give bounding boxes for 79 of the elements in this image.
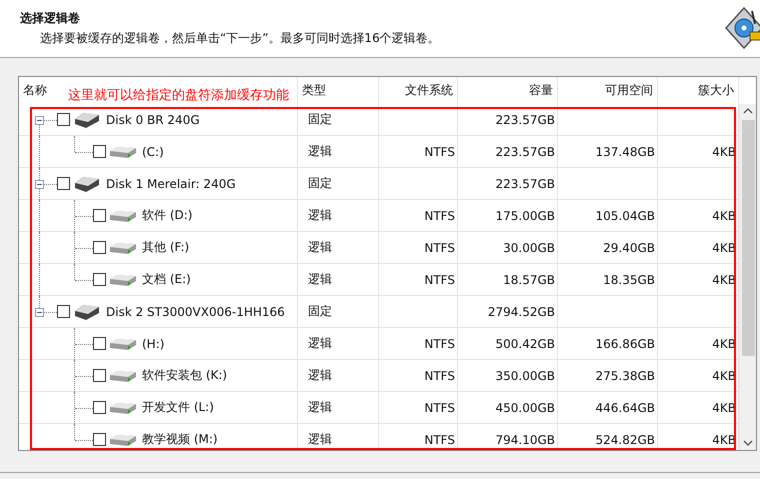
hard-drive-icon xyxy=(72,174,102,192)
checkbox[interactable] xyxy=(93,401,106,414)
volume-name: 开发文件 (L:) xyxy=(142,399,214,416)
table-cell: NTFS xyxy=(424,272,455,286)
table-cell: 固定 xyxy=(308,111,332,128)
table-cell: 18.57GB xyxy=(503,272,555,286)
hard-drive-icon xyxy=(72,110,102,128)
table-cell: 450.00GB xyxy=(495,400,555,414)
checkbox[interactable] xyxy=(57,113,70,126)
collapse-toggle[interactable] xyxy=(35,308,44,317)
table-cell: 794.10GB xyxy=(495,432,555,446)
table-cell: 2794.52GB xyxy=(488,304,555,318)
table-cell: NTFS xyxy=(424,400,455,414)
table-cell: 446.64GB xyxy=(595,400,655,414)
checkbox[interactable] xyxy=(93,209,106,222)
table-cell: 逻辑 xyxy=(308,271,332,288)
table-cell: 166.86GB xyxy=(595,336,655,350)
checkbox[interactable] xyxy=(57,305,70,318)
column-header[interactable]: 可用空间 xyxy=(605,82,653,99)
table-cell: 105.04GB xyxy=(595,208,655,222)
table-cell: 逻辑 xyxy=(308,207,332,224)
volume-name: (H:) xyxy=(142,336,164,350)
checkbox[interactable] xyxy=(93,337,106,350)
table-cell: 223.57GB xyxy=(495,176,555,190)
table-cell: 逻辑 xyxy=(308,239,332,256)
scroll-down-icon[interactable] xyxy=(743,440,753,446)
column-header[interactable]: 名称 xyxy=(23,82,47,99)
table-cell: NTFS xyxy=(424,240,455,254)
instruction-text: 选择要被缓存的逻辑卷，然后单击“下一步”。最多可同时选择16个逻辑卷。 xyxy=(40,30,440,47)
disk-name: Disk 2 ST3000VX006-1HH166 xyxy=(106,304,285,318)
hard-drive-icon xyxy=(72,302,102,320)
annotation-text: 这里就可以给指定的盘符添加缓存功能 xyxy=(68,86,289,104)
collapse-toggle[interactable] xyxy=(35,180,44,189)
table-cell: 逻辑 xyxy=(308,399,332,416)
volume-name: 文档 (E:) xyxy=(142,271,191,288)
table-cell: NTFS xyxy=(424,368,455,382)
checkbox[interactable] xyxy=(93,369,106,382)
table-cell: 350.00GB xyxy=(495,368,555,382)
table-cell: 逻辑 xyxy=(308,367,332,384)
table-cell: 275.38GB xyxy=(595,368,655,382)
volume-name: 其他 (F:) xyxy=(142,239,190,256)
table-cell: 固定 xyxy=(308,175,332,192)
table-cell: 223.57GB xyxy=(495,144,555,158)
table-cell: NTFS xyxy=(424,432,455,446)
checkbox[interactable] xyxy=(93,145,106,158)
table-cell: 逻辑 xyxy=(308,335,332,352)
volume-name: 教学视频 (M:) xyxy=(142,431,218,448)
table-cell: NTFS xyxy=(424,336,455,350)
volume-name: (C:) xyxy=(142,144,164,158)
table-cell: 500.42GB xyxy=(495,336,555,350)
scrollbar[interactable] xyxy=(739,104,756,450)
checkbox[interactable] xyxy=(57,177,70,190)
table-cell: 175.00GB xyxy=(495,208,555,222)
table-cell: 固定 xyxy=(308,303,332,320)
table-cell: NTFS xyxy=(424,144,455,158)
disk-name: Disk 0 BR 240G xyxy=(106,112,200,126)
table-cell: 逻辑 xyxy=(308,143,332,160)
volume-name: 软件安装包 (K:) xyxy=(142,367,228,384)
checkbox[interactable] xyxy=(93,433,106,446)
table-cell: 137.48GB xyxy=(595,144,655,158)
checkbox[interactable] xyxy=(93,241,106,254)
column-header[interactable]: 类型 xyxy=(302,82,326,99)
disk-name: Disk 1 Merelair: 240G xyxy=(106,176,236,190)
table-cell: 逻辑 xyxy=(308,431,332,448)
table-cell: 18.35GB xyxy=(603,272,655,286)
collapse-toggle[interactable] xyxy=(35,116,44,125)
checkbox[interactable] xyxy=(93,273,106,286)
table-cell: 223.57GB xyxy=(495,112,555,126)
table-cell: 30.00GB xyxy=(503,240,555,254)
table-cell: 29.40GB xyxy=(603,240,655,254)
scroll-thumb[interactable] xyxy=(742,120,754,356)
column-header[interactable]: 文件系统 xyxy=(405,82,453,99)
scroll-up-icon[interactable] xyxy=(743,108,753,114)
column-header[interactable]: 簇大小 xyxy=(698,82,734,99)
column-header[interactable]: 容量 xyxy=(529,82,553,99)
table-cell: NTFS xyxy=(424,208,455,222)
page-title: 选择逻辑卷 xyxy=(20,10,81,27)
volume-name: 软件 (D:) xyxy=(142,207,192,224)
table-cell: 524.82GB xyxy=(595,432,655,446)
